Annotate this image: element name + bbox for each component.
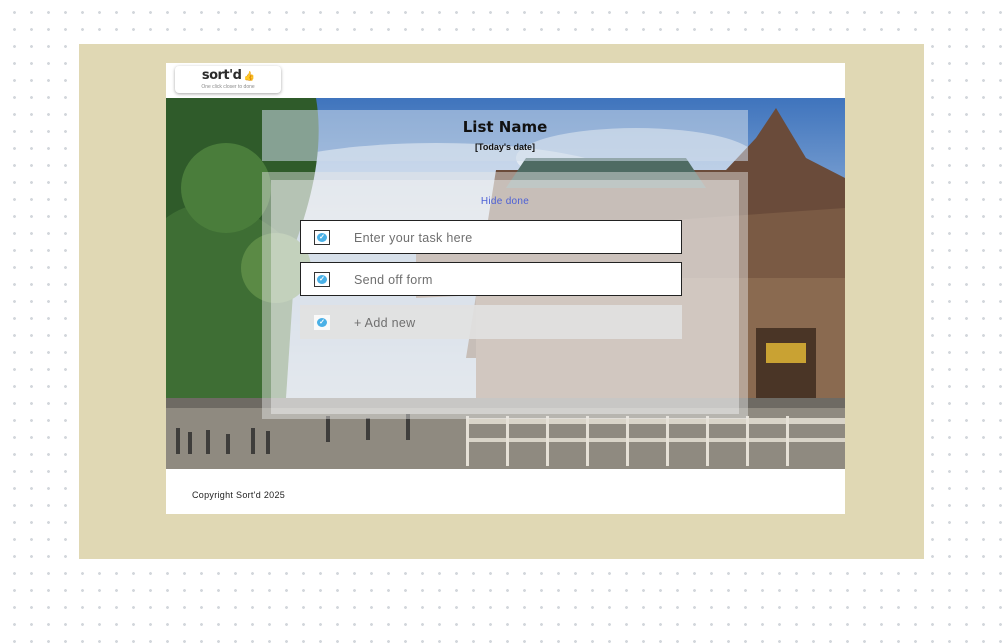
task-row: ✓ (300, 220, 682, 254)
list-header: List Name [Today's date] (262, 110, 748, 161)
check-circle-icon: ✓ (317, 275, 327, 284)
logo-wordmark: sort'd 👍 (175, 69, 281, 84)
task-list: Hide done ✓ ✓ Send off form (271, 180, 739, 414)
copyright-text: Copyright Sort'd 2025 (192, 490, 286, 500)
add-new-button[interactable]: + Add new (354, 316, 415, 330)
app-window: sort'd 👍 One click closer to done List N… (166, 63, 845, 514)
logo-name: sort'd (201, 68, 242, 83)
list-title[interactable]: List Name (262, 118, 748, 136)
task-input[interactable] (354, 229, 664, 246)
logo-tagline: One click closer to done (201, 84, 255, 90)
add-new-checkbox: ✓ (314, 315, 330, 330)
task-row: ✓ Send off form (300, 262, 682, 296)
hide-done-link[interactable]: Hide done (271, 196, 739, 207)
check-circle-icon: ✓ (317, 233, 327, 242)
check-circle-icon: ✓ (317, 318, 327, 327)
thumbs-up-icon: 👍 (243, 72, 255, 82)
task-text[interactable]: Send off form (354, 273, 433, 287)
canvas-board: sort'd 👍 One click closer to done List N… (79, 44, 924, 559)
add-new-row[interactable]: ✓ + Add new (300, 305, 682, 339)
hero-background: List Name [Today's date] Hide done ✓ ✓ (166, 98, 845, 469)
list-panel: Hide done ✓ ✓ Send off form (262, 172, 748, 419)
list-date: [Today's date] (475, 142, 535, 152)
footer: Copyright Sort'd 2025 (166, 469, 845, 514)
task-checkbox[interactable]: ✓ (314, 272, 330, 287)
logo[interactable]: sort'd 👍 One click closer to done (175, 66, 281, 93)
top-bar: sort'd 👍 One click closer to done (166, 63, 845, 98)
task-checkbox[interactable]: ✓ (314, 230, 330, 245)
